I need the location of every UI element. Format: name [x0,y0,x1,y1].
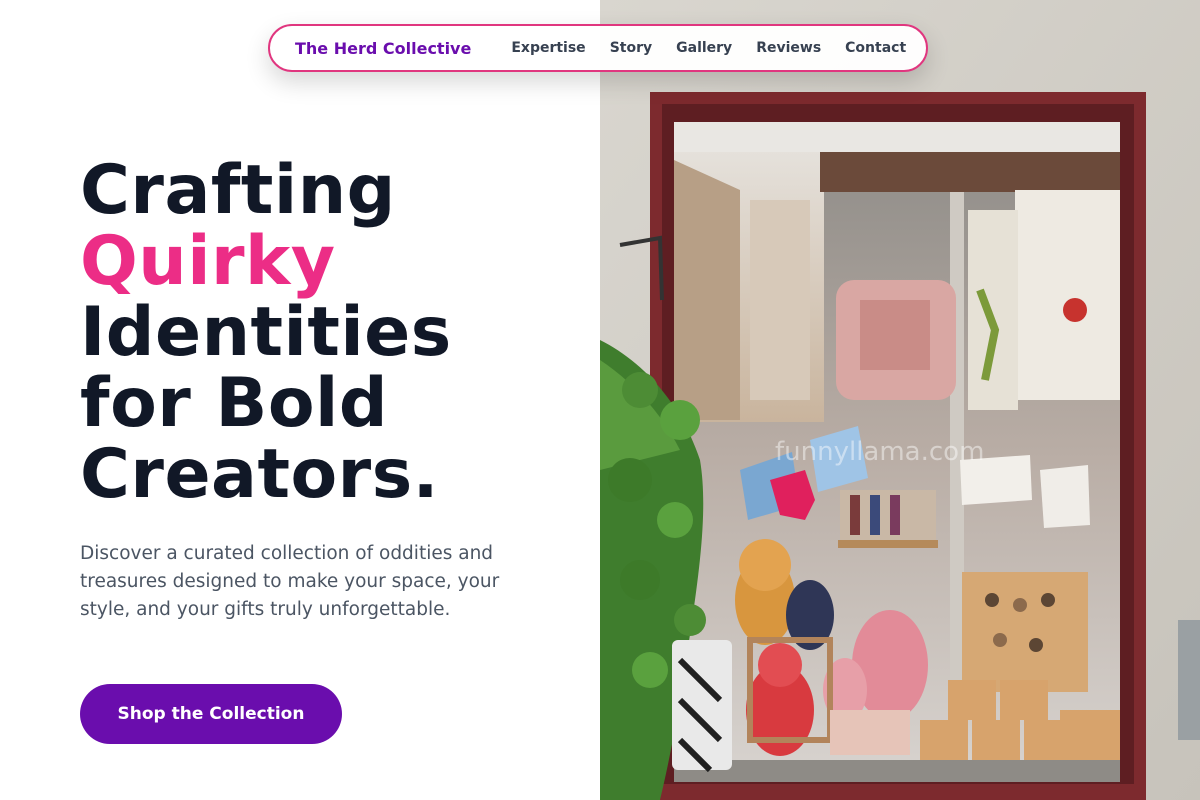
brand-logo-text[interactable]: The Herd Collective [295,39,471,58]
nav-link-expertise[interactable]: Expertise [511,40,585,56]
nav-link-gallery[interactable]: Gallery [676,40,732,56]
photo-watermark: funnyllama.com [775,437,984,467]
hero-title-line: for Bold [80,364,389,443]
shop-collection-button[interactable]: Shop the Collection [80,684,342,744]
hero-title: Crafting Quirky Identities for Bold Crea… [80,155,580,510]
shop-window-photo: funnyllama.com [600,0,1200,800]
hero-left-panel: Crafting Quirky Identities for Bold Crea… [0,0,600,800]
nav-link-story[interactable]: Story [610,40,652,56]
hero-description: Discover a curated collection of odditie… [80,543,500,620]
hero-title-accent: Quirky [80,222,336,301]
hero-content: Crafting Quirky Identities for Bold Crea… [80,155,580,510]
shop-window-image: funnyllama.com [600,0,1200,800]
hero-title-line: Crafting [80,151,396,230]
hero-title-line: Creators. [80,435,440,514]
nav-link-contact[interactable]: Contact [845,40,906,56]
nav-links: Expertise Story Gallery Reviews Contact [511,40,906,56]
page: Crafting Quirky Identities for Bold Crea… [0,0,1200,800]
top-navbar: The Herd Collective Expertise Story Gall… [268,24,928,72]
hero-title-line: Identities [80,293,452,372]
nav-link-reviews[interactable]: Reviews [756,40,821,56]
